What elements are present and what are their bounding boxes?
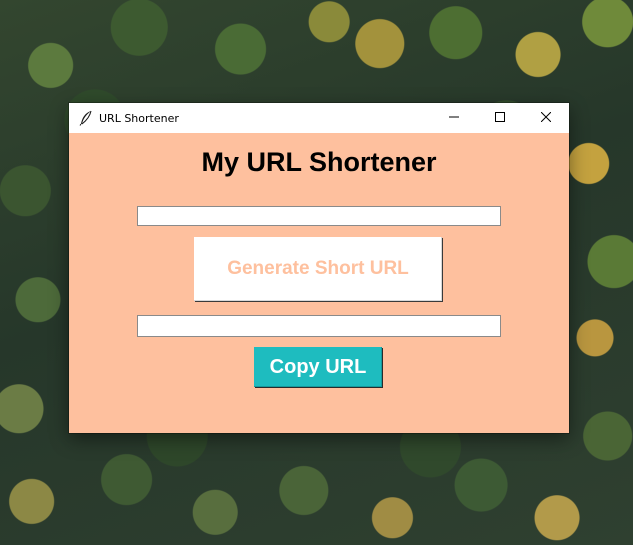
close-icon — [540, 109, 552, 127]
generate-short-url-button[interactable]: Generate Short URL — [194, 237, 442, 301]
title-bar[interactable]: URL Shortener — [69, 103, 569, 133]
minimize-button[interactable] — [431, 103, 477, 133]
minimize-icon — [449, 109, 459, 127]
window-title: URL Shortener — [99, 111, 179, 125]
long-url-input[interactable] — [137, 206, 501, 226]
copy-url-button[interactable]: Copy URL — [254, 347, 382, 387]
feather-icon — [79, 110, 93, 126]
short-url-output[interactable] — [137, 315, 501, 337]
maximize-button[interactable] — [477, 103, 523, 133]
window-controls — [431, 103, 569, 133]
maximize-icon — [495, 109, 505, 127]
close-button[interactable] — [523, 103, 569, 133]
main-content: My URL Shortener Generate Short URL Copy… — [69, 133, 569, 433]
app-window: URL Shortener My URL Shortener Generate — [69, 103, 569, 433]
page-title: My URL Shortener — [201, 147, 437, 177]
